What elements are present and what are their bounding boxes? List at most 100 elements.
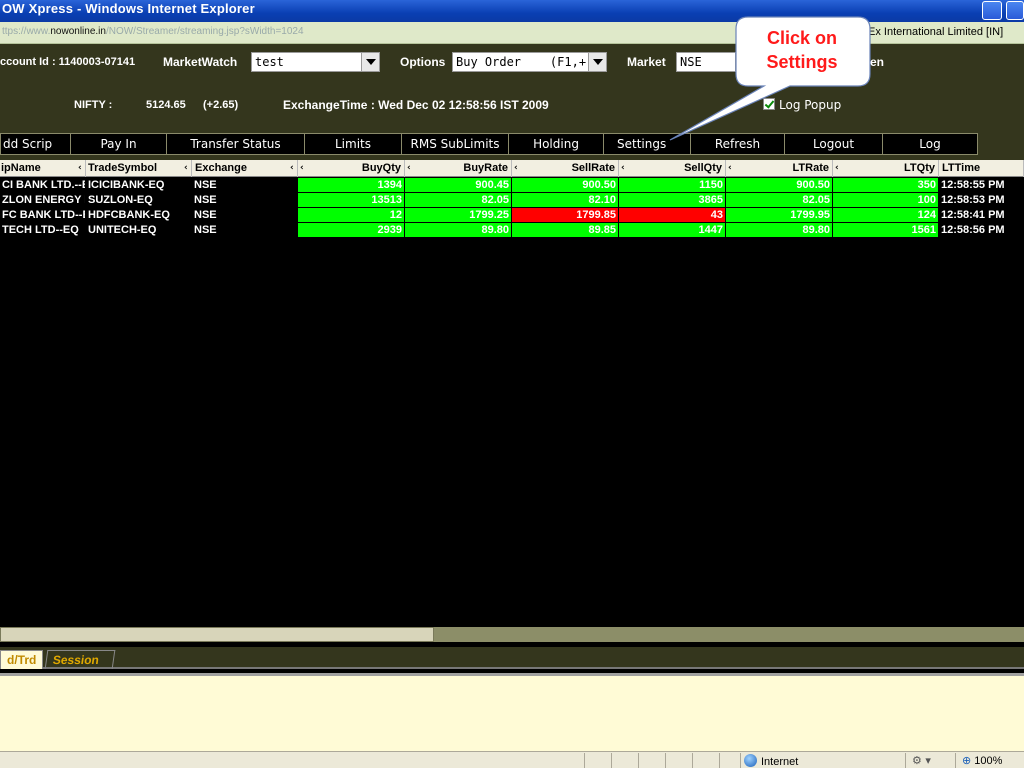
globe-icon xyxy=(744,754,757,767)
transfer-status-button[interactable]: Transfer Status xyxy=(166,133,305,155)
cell-sell-qty: 1150 xyxy=(619,178,726,193)
index-value: 5124.65 xyxy=(146,99,186,111)
pay-in-button[interactable]: Pay In xyxy=(70,133,167,155)
window-title: OW Xpress - Windows Internet Explorer xyxy=(2,1,255,16)
header-sell-qty[interactable]: ‹ SellQty xyxy=(619,160,726,177)
refresh-button[interactable]: Refresh xyxy=(690,133,785,155)
chevron-down-icon[interactable] xyxy=(588,53,606,71)
logout-button[interactable]: Logout xyxy=(784,133,883,155)
cell-sell-qty: 1447 xyxy=(619,223,726,238)
cell-lt-qty: 124 xyxy=(833,208,939,223)
cell-lt-rate: 82.05 xyxy=(726,193,833,208)
options-select[interactable]: Buy Order (F1,+) xyxy=(452,52,607,72)
certificate-label[interactable]: Ex International Limited [IN] xyxy=(868,26,1003,38)
account-id-label: ccount Id : 1140003-07141 xyxy=(0,56,136,68)
cell-exchange: NSE xyxy=(192,178,298,193)
checkbox-icon[interactable] xyxy=(763,98,775,110)
screen-label-fragment: en xyxy=(870,55,885,69)
zone-label: Internet xyxy=(761,756,799,768)
url-path: /NOW/Streamer/streaming.jsp?sWidth=1024 xyxy=(105,26,304,37)
status-bar: Internet ⚙ ▾ ⊕ 100% xyxy=(0,751,1024,768)
table-row[interactable]: CI BANK LTD.--E ICICIBANK-EQ NSE 1394 90… xyxy=(0,178,1024,193)
sort-arrow-icon[interactable]: ‹ xyxy=(78,163,82,173)
zoom-icon: ⊕ xyxy=(962,755,972,767)
address-url[interactable]: ttps://www.nowonline.in/NOW/Streamer/str… xyxy=(2,26,304,37)
sort-arrow-icon[interactable]: ‹ xyxy=(300,163,304,173)
url-prefix: ttps://www. xyxy=(2,26,51,37)
cell-buy-rate: 89.80 xyxy=(405,223,512,238)
sort-arrow-icon[interactable]: ‹ xyxy=(728,163,732,173)
rms-sublimits-button[interactable]: RMS SubLimits xyxy=(401,133,509,155)
address-bar[interactable]: ttps://www.nowonline.in/NOW/Streamer/str… xyxy=(0,22,1024,44)
limits-button[interactable]: Limits xyxy=(304,133,402,155)
log-popup-label: Log Popup xyxy=(779,98,842,112)
header-lt-qty[interactable]: ‹ LTQty xyxy=(833,160,939,177)
market-value: NSE xyxy=(680,55,702,69)
cell-buy-rate: 900.45 xyxy=(405,178,512,193)
header-exchange[interactable]: Exchange ‹ xyxy=(192,160,298,177)
cell-lt-rate: 1799.95 xyxy=(726,208,833,223)
header-buy-qty[interactable]: ‹ BuyQty xyxy=(298,160,405,177)
settings-button[interactable]: Settings xyxy=(603,133,691,155)
cell-lt-time: 12:58:56 PM xyxy=(939,223,1024,238)
table-row[interactable]: TECH LTD--EQ UNITECH-EQ NSE 2939 89.80 8… xyxy=(0,223,1024,238)
cell-scrip-name: TECH LTD--EQ xyxy=(0,223,86,238)
header-label: LTTime xyxy=(942,162,981,174)
cell-scrip-name: ZLON ENERGY L xyxy=(0,193,86,208)
chevron-down-icon[interactable] xyxy=(361,53,379,71)
table-row[interactable]: FC BANK LTD--E HDFCBANK-EQ NSE 12 1799.2… xyxy=(0,208,1024,223)
maximize-button[interactable] xyxy=(1006,1,1024,20)
zoom-control[interactable]: ⊕ 100% xyxy=(962,754,1002,767)
header-label: LTRate xyxy=(792,162,829,174)
cell-sell-rate: 1799.85 xyxy=(512,208,619,223)
cell-lt-time: 12:58:41 PM xyxy=(939,208,1024,223)
minimize-button[interactable] xyxy=(982,1,1002,20)
marketwatch-label: MarketWatch xyxy=(163,55,238,69)
sort-arrow-icon[interactable]: ‹ xyxy=(184,163,188,173)
options-label: Options xyxy=(400,55,446,69)
cell-buy-qty: 12 xyxy=(298,208,405,223)
header-label: BuyRate xyxy=(463,162,508,174)
table-row[interactable]: ZLON ENERGY L SUZLON-EQ NSE 13513 82.05 … xyxy=(0,193,1024,208)
header-lt-time[interactable]: LTTime xyxy=(939,160,1024,177)
header-label: Exchange xyxy=(195,162,247,174)
exchange-time: ExchangeTime : Wed Dec 02 12:58:56 IST 2… xyxy=(283,98,549,112)
header-label: ipName xyxy=(1,162,41,174)
tab-session[interactable]: Session xyxy=(44,650,116,669)
log-button[interactable]: Log xyxy=(882,133,978,155)
holding-button[interactable]: Holding xyxy=(508,133,604,155)
log-popup-toggle[interactable]: Log Popup xyxy=(763,98,841,112)
header-lt-rate[interactable]: ‹ LTRate xyxy=(726,160,833,177)
cell-sell-rate: 82.10 xyxy=(512,193,619,208)
sort-arrow-icon[interactable]: ‹ xyxy=(407,163,411,173)
cell-exchange: NSE xyxy=(192,193,298,208)
cell-sell-qty: 43 xyxy=(619,208,726,223)
status-divider xyxy=(905,753,906,768)
callout-line-2: Settings xyxy=(766,52,838,72)
header-sell-rate[interactable]: ‹ SellRate xyxy=(512,160,619,177)
callout-text: Click on Settings xyxy=(735,26,869,74)
cell-buy-rate: 1799.25 xyxy=(405,208,512,223)
market-label: Market xyxy=(627,55,666,69)
add-scrip-button[interactable]: dd Scrip xyxy=(0,133,71,155)
cell-exchange: NSE xyxy=(192,208,298,223)
scrollbar-thumb[interactable] xyxy=(0,627,434,642)
cell-lt-rate: 900.50 xyxy=(726,178,833,193)
header-scrip-name[interactable]: ipName ‹ xyxy=(0,160,86,177)
sort-arrow-icon[interactable]: ‹ xyxy=(835,163,839,173)
sort-arrow-icon[interactable]: ‹ xyxy=(621,163,625,173)
status-divider xyxy=(692,753,693,768)
header-buy-rate[interactable]: ‹ BuyRate xyxy=(405,160,512,177)
sort-arrow-icon[interactable]: ‹ xyxy=(290,163,294,173)
horizontal-scrollbar[interactable] xyxy=(0,627,1024,642)
cell-lt-qty: 100 xyxy=(833,193,939,208)
marketwatch-select[interactable]: test xyxy=(251,52,380,72)
cell-trade-symbol: UNITECH-EQ xyxy=(86,223,192,238)
cell-sell-rate: 89.85 xyxy=(512,223,619,238)
market-select[interactable]: NSE xyxy=(676,52,736,72)
sort-arrow-icon[interactable]: ‹ xyxy=(514,163,518,173)
protected-mode-icon[interactable]: ⚙ ▾ xyxy=(912,754,931,767)
tab-ord-trd[interactable]: d/Trd xyxy=(0,650,44,669)
security-zone[interactable]: Internet xyxy=(744,754,798,768)
header-trade-symbol[interactable]: TradeSymbol ‹ xyxy=(86,160,192,177)
